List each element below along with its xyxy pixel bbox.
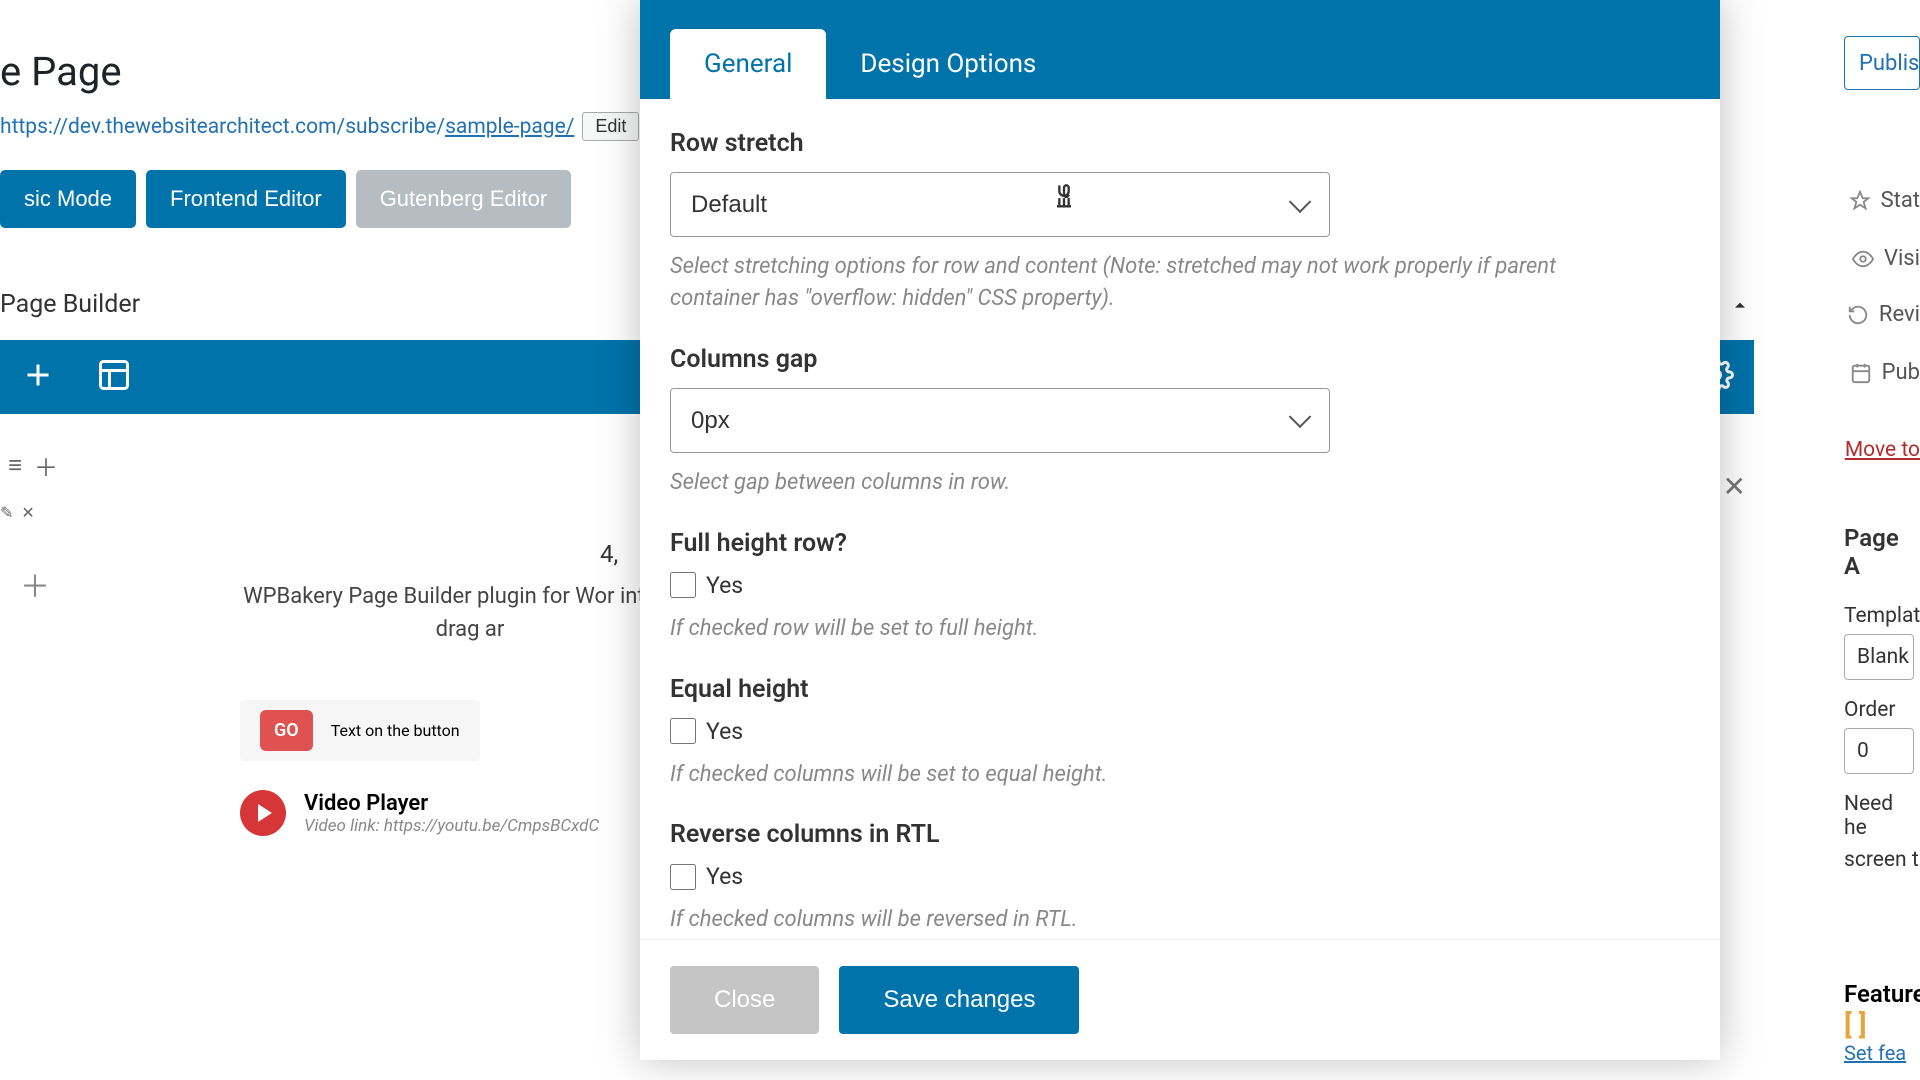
builder-title: Page Builder xyxy=(0,290,140,319)
video-title: Video Player xyxy=(304,791,599,816)
publish-date-line[interactable]: Pub xyxy=(1850,360,1920,385)
tab-design-options[interactable]: Design Options xyxy=(826,29,1070,99)
order-input[interactable]: 0 xyxy=(1844,728,1914,774)
add-element-icon[interactable] xyxy=(20,357,56,397)
row-stretch-help: Select stretching options for row and co… xyxy=(670,251,1650,315)
set-featured-link[interactable]: Set fea xyxy=(1844,1041,1906,1065)
play-icon xyxy=(240,790,286,836)
featured-image-title: Feature xyxy=(1844,980,1920,1008)
close-button[interactable]: Close xyxy=(670,966,819,1034)
move-to-trash-link[interactable]: Move to xyxy=(1845,438,1920,462)
edit-row-icon[interactable]: ✎ xyxy=(0,503,13,522)
permalink-edit-button[interactable]: Edit xyxy=(582,112,639,141)
reverse-rtl-help: If checked columns will be reversed in R… xyxy=(670,904,1650,936)
equal-height-help: If checked columns will be set to equal … xyxy=(670,759,1650,791)
video-element[interactable]: Video Player Video link: https://youtu.b… xyxy=(240,790,599,836)
row-settings-modal: General Design Options Row stretch Defau… xyxy=(640,0,1720,1060)
calendar-icon xyxy=(1850,362,1872,384)
bracket-icon: [ ] xyxy=(1844,1008,1920,1041)
tab-general[interactable]: General xyxy=(670,29,826,99)
history-icon xyxy=(1847,304,1869,326)
classic-mode-button[interactable]: sic Mode xyxy=(0,170,136,228)
eye-icon xyxy=(1852,248,1874,270)
button-text: Text on the button xyxy=(331,721,460,740)
reverse-rtl-label: Reverse columns in RTL xyxy=(670,820,1690,849)
go-badge: GO xyxy=(260,710,313,751)
full-height-yes: Yes xyxy=(706,572,743,599)
save-changes-button[interactable]: Save changes xyxy=(839,966,1079,1034)
templates-icon[interactable] xyxy=(96,357,132,397)
columns-gap-label: Columns gap xyxy=(670,345,1690,374)
row-stretch-select[interactable]: Default xyxy=(670,172,1330,237)
equal-height-label: Equal height xyxy=(670,675,1690,704)
visibility-line[interactable]: Visi xyxy=(1852,246,1920,271)
frontend-editor-button[interactable]: Frontend Editor xyxy=(146,170,346,228)
equal-height-yes: Yes xyxy=(706,718,743,745)
button-element[interactable]: GO Text on the button xyxy=(240,700,480,761)
row-mini-toolbar: ≡ ＋ xyxy=(0,440,700,491)
template-select[interactable]: Blank xyxy=(1844,634,1914,680)
close-panel-icon[interactable]: ✕ xyxy=(1723,470,1746,503)
permalink-url[interactable]: https://dev.thewebsitearchitect.com/subs… xyxy=(0,115,574,139)
reverse-rtl-yes: Yes xyxy=(706,863,743,890)
drag-handle-icon[interactable]: ≡ xyxy=(8,451,22,480)
full-height-checkbox[interactable] xyxy=(670,572,696,598)
equal-height-checkbox[interactable] xyxy=(670,718,696,744)
revisions-line[interactable]: Revi xyxy=(1847,302,1920,327)
page-attributes-title: Page A xyxy=(1844,524,1920,580)
columns-gap-help: Select gap between columns in row. xyxy=(670,467,1650,499)
page-title: e Page xyxy=(0,48,122,95)
publish-button[interactable]: Publish xyxy=(1844,36,1920,90)
text-block[interactable]: WPBakery Page Builder plugin for Wor int… xyxy=(240,580,700,646)
columns-gap-select[interactable]: 0px xyxy=(670,388,1330,453)
status-line[interactable]: Stat xyxy=(1849,188,1920,213)
collapse-caret-icon[interactable] xyxy=(1730,296,1750,320)
pin-icon xyxy=(1849,190,1871,212)
add-column-icon[interactable]: ＋ xyxy=(34,448,58,483)
delete-row-icon[interactable]: ✕ xyxy=(21,503,34,522)
help-text1: Need he xyxy=(1844,792,1920,840)
reverse-rtl-checkbox[interactable] xyxy=(670,864,696,890)
template-label: Templat xyxy=(1844,604,1920,628)
row-count: 4, xyxy=(600,540,618,568)
row-stretch-label: Row stretch xyxy=(670,129,1690,158)
help-text2: screen t xyxy=(1844,848,1920,872)
order-label: Order xyxy=(1844,698,1920,722)
permalink-row: https://dev.thewebsitearchitect.com/subs… xyxy=(0,112,639,141)
full-height-label: Full height row? xyxy=(670,529,1690,558)
full-height-help: If checked row will be set to full heigh… xyxy=(670,613,1650,645)
gutenberg-editor-button[interactable]: Gutenberg Editor xyxy=(356,170,572,228)
video-link: Video link: https://youtu.be/CmpsBCxdC xyxy=(304,816,599,836)
